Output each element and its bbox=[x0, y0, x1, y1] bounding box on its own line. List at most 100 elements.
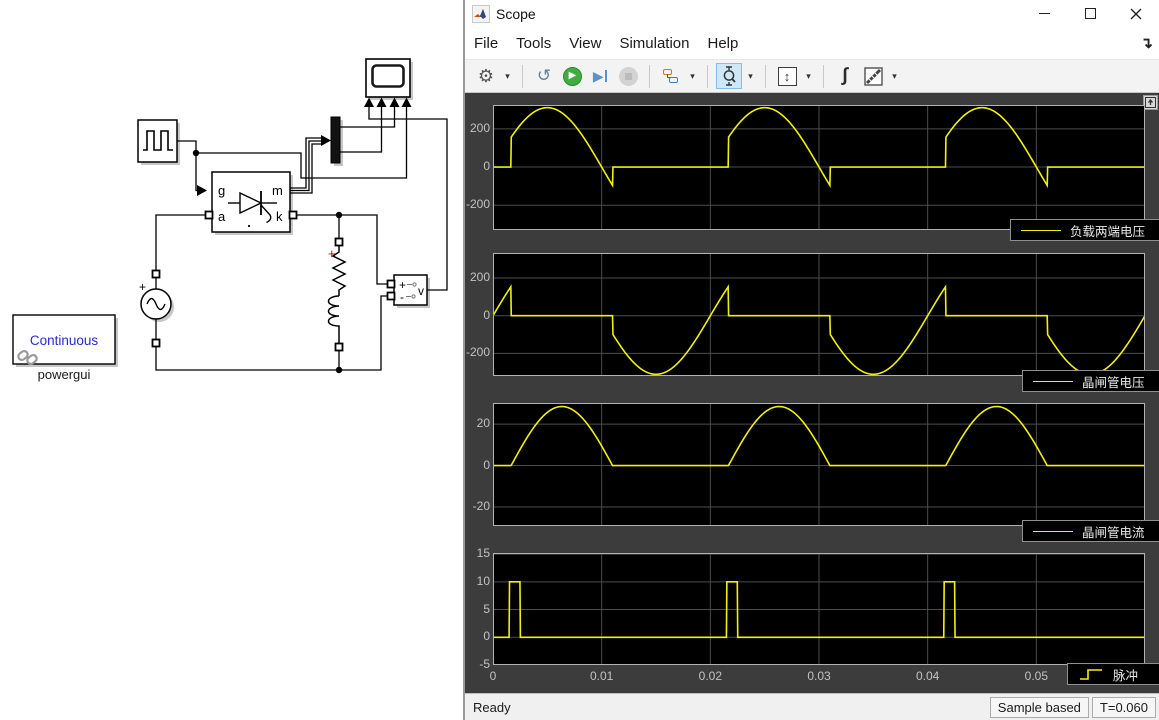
window-title: Scope bbox=[496, 6, 536, 22]
plot-thyristor-voltage[interactable] bbox=[493, 253, 1145, 376]
powergui-mode-label: Continuous bbox=[30, 333, 99, 348]
maximize-button[interactable] bbox=[1067, 0, 1113, 27]
stop-button[interactable] bbox=[615, 63, 641, 89]
gate-input-arrow bbox=[197, 185, 207, 196]
powergui-block[interactable]: Continuous powergui bbox=[13, 315, 115, 382]
legend-label: 晶闸管电流 bbox=[1082, 522, 1145, 541]
menu-file[interactable]: File bbox=[474, 31, 508, 56]
pulse-generator-block[interactable] bbox=[138, 120, 177, 162]
x-tick-label: 0 bbox=[471, 669, 515, 683]
zoom-dropdown[interactable]: ▾ bbox=[744, 63, 757, 89]
measurements-button[interactable] bbox=[860, 63, 886, 89]
y-tick-label: 10 bbox=[465, 574, 490, 588]
signal-selector-dropdown[interactable]: ▾ bbox=[686, 63, 699, 89]
matlab-logo-icon bbox=[472, 5, 490, 23]
plot-thyristor-current[interactable] bbox=[493, 403, 1145, 526]
y-tick-label: 0 bbox=[465, 308, 490, 322]
y-tick-label: -200 bbox=[465, 197, 490, 211]
signal-wires[interactable] bbox=[156, 107, 447, 370]
demux-block[interactable] bbox=[321, 117, 340, 163]
menu-bar: File Tools View Simulation Help ↴ bbox=[465, 27, 1159, 60]
vmeas-minus-label: - bbox=[400, 290, 404, 304]
menu-help[interactable]: Help bbox=[708, 31, 749, 56]
legend-gate-pulse: 脉冲 bbox=[1067, 663, 1159, 685]
settings-dropdown[interactable]: ▾ bbox=[501, 63, 514, 89]
vmeas-plus-port bbox=[388, 281, 395, 288]
zoom-icon bbox=[720, 66, 738, 86]
sample-mode-indicator: Sample based bbox=[990, 697, 1089, 718]
title-bar: Scope bbox=[465, 0, 1159, 27]
toolbar-separator bbox=[649, 65, 650, 88]
signal-selector-icon bbox=[662, 67, 680, 85]
axes-scaling-dropdown[interactable]: ▾ bbox=[802, 63, 815, 89]
maximize-icon bbox=[1085, 8, 1096, 19]
minimize-button[interactable] bbox=[1021, 0, 1067, 27]
legend-load-voltage: 负载两端电压 bbox=[1010, 219, 1159, 241]
close-icon bbox=[1130, 8, 1142, 20]
legend-stair-marker bbox=[1078, 666, 1104, 682]
toolbar-separator bbox=[522, 65, 523, 88]
x-tick-label: 0.02 bbox=[688, 669, 732, 683]
toolbar: ⚙ ▾ ↺ ▶ ▶ ▾ ▾ ↕ ▾ bbox=[465, 60, 1159, 93]
x-tick-label: 0.04 bbox=[906, 669, 950, 683]
x-tick-label: 0.03 bbox=[797, 669, 841, 683]
menu-view[interactable]: View bbox=[569, 31, 611, 56]
gear-icon: ⚙ bbox=[478, 66, 494, 87]
rl-branch-block[interactable]: + bbox=[328, 239, 345, 351]
voltage-measurement-block[interactable]: + - v bbox=[388, 275, 428, 305]
zoom-button[interactable] bbox=[716, 63, 742, 89]
port-label-cathode: k bbox=[276, 209, 283, 224]
menu-tools[interactable]: Tools bbox=[516, 31, 561, 56]
x-tick-label: 0.05 bbox=[1014, 669, 1058, 683]
vmeas-minus-port bbox=[388, 293, 395, 300]
legend-thyristor-voltage: 晶闸管电压 bbox=[1022, 370, 1159, 392]
sim-time-indicator: T=0.060 bbox=[1092, 697, 1156, 718]
signal-selector-button[interactable] bbox=[658, 63, 684, 89]
wire-demux-out1 bbox=[340, 107, 395, 127]
ac-voltage-source-block[interactable]: + bbox=[139, 271, 171, 347]
cathode-port bbox=[290, 212, 297, 219]
wire-bundle-1 bbox=[290, 138, 321, 188]
wire-cathode-to-plus bbox=[296, 215, 388, 284]
settings-button[interactable]: ⚙ bbox=[473, 63, 499, 89]
axes-menu-button[interactable] bbox=[1143, 95, 1158, 110]
status-text: Ready bbox=[473, 700, 511, 715]
window-controls bbox=[1021, 0, 1159, 27]
toolbar-separator bbox=[707, 65, 708, 88]
port-label-anode: a bbox=[218, 209, 226, 224]
menu-simulation[interactable]: Simulation bbox=[619, 31, 699, 56]
run-icon: ▶ bbox=[563, 67, 582, 86]
y-tick-label: 5 bbox=[465, 602, 490, 616]
plot-gate-pulse[interactable] bbox=[493, 553, 1145, 665]
axes-scaling-button[interactable]: ↕ bbox=[774, 63, 800, 89]
run-button[interactable]: ▶ bbox=[559, 63, 585, 89]
y-tick-label: 15 bbox=[465, 546, 490, 560]
y-tick-label: -200 bbox=[465, 345, 490, 359]
close-button[interactable] bbox=[1113, 0, 1159, 27]
axes-scaling-icon: ↕ bbox=[778, 67, 797, 86]
dock-arrow-icon[interactable]: ↴ bbox=[1140, 34, 1153, 52]
thyristor-block[interactable]: g a m k bbox=[197, 172, 297, 232]
scope-window: Scope File Tools View Simulation Help ↴ … bbox=[463, 0, 1159, 720]
desktop: g a m k bbox=[0, 0, 1159, 720]
panel-arrow-icon bbox=[1145, 97, 1156, 108]
legend-line-marker bbox=[1033, 531, 1073, 532]
wire-source-to-anode bbox=[156, 215, 206, 270]
demux-input-arrow bbox=[321, 135, 331, 146]
legend-label: 脉冲 bbox=[1113, 665, 1138, 684]
plot-load-voltage[interactable] bbox=[493, 105, 1145, 230]
step-back-button[interactable]: ↺ bbox=[531, 63, 557, 89]
trigger-icon: ∫ bbox=[842, 65, 847, 87]
measurements-dropdown[interactable]: ▾ bbox=[888, 63, 901, 89]
step-back-icon: ↺ bbox=[537, 66, 551, 86]
wire-bottom-rail bbox=[156, 296, 388, 370]
toolbar-separator bbox=[765, 65, 766, 88]
y-tick-label: 0 bbox=[465, 629, 490, 643]
scope-canvas: 2000-200负载两端电压2000-200晶闸管电压200-20晶闸管电流15… bbox=[465, 93, 1159, 693]
legend-line-marker bbox=[1021, 230, 1061, 231]
trigger-button[interactable]: ∫ bbox=[832, 63, 858, 89]
rl-top-port bbox=[336, 239, 343, 246]
powergui-name-label: powergui bbox=[38, 367, 91, 382]
wire-pulse-to-scope bbox=[196, 107, 407, 178]
step-forward-button[interactable]: ▶ bbox=[587, 63, 613, 89]
